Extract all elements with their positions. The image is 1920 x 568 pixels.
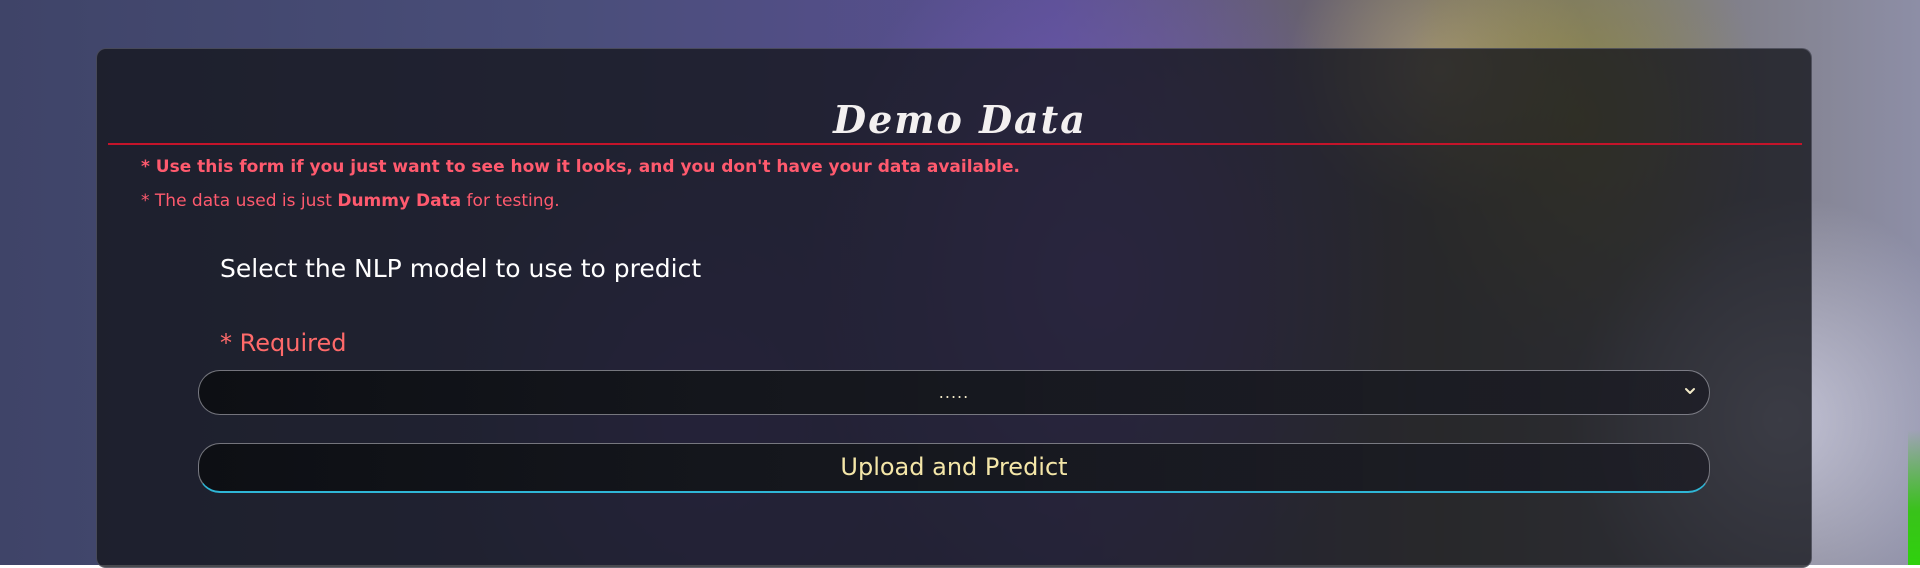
usage-note: * Use this form if you just want to see … [141, 157, 1020, 177]
model-select-value: ..... [938, 383, 970, 402]
page-title: Demo Data [833, 97, 1087, 142]
title-divider [108, 143, 1802, 145]
model-select-label: Select the NLP model to use to predict [220, 254, 702, 283]
dummy-data-note: * The data used is just Dummy Data for t… [141, 191, 560, 211]
model-select[interactable]: ..... [198, 370, 1710, 415]
dummy-note-prefix: * The data used is just [141, 191, 338, 211]
upload-and-predict-button[interactable]: Upload and Predict [198, 443, 1710, 493]
required-label: * Required [220, 329, 347, 357]
chevron-down-icon [1685, 388, 1695, 394]
background-accent [1908, 430, 1920, 565]
dummy-note-bold: Dummy Data [337, 191, 462, 211]
dummy-note-suffix: for testing. [461, 191, 560, 211]
